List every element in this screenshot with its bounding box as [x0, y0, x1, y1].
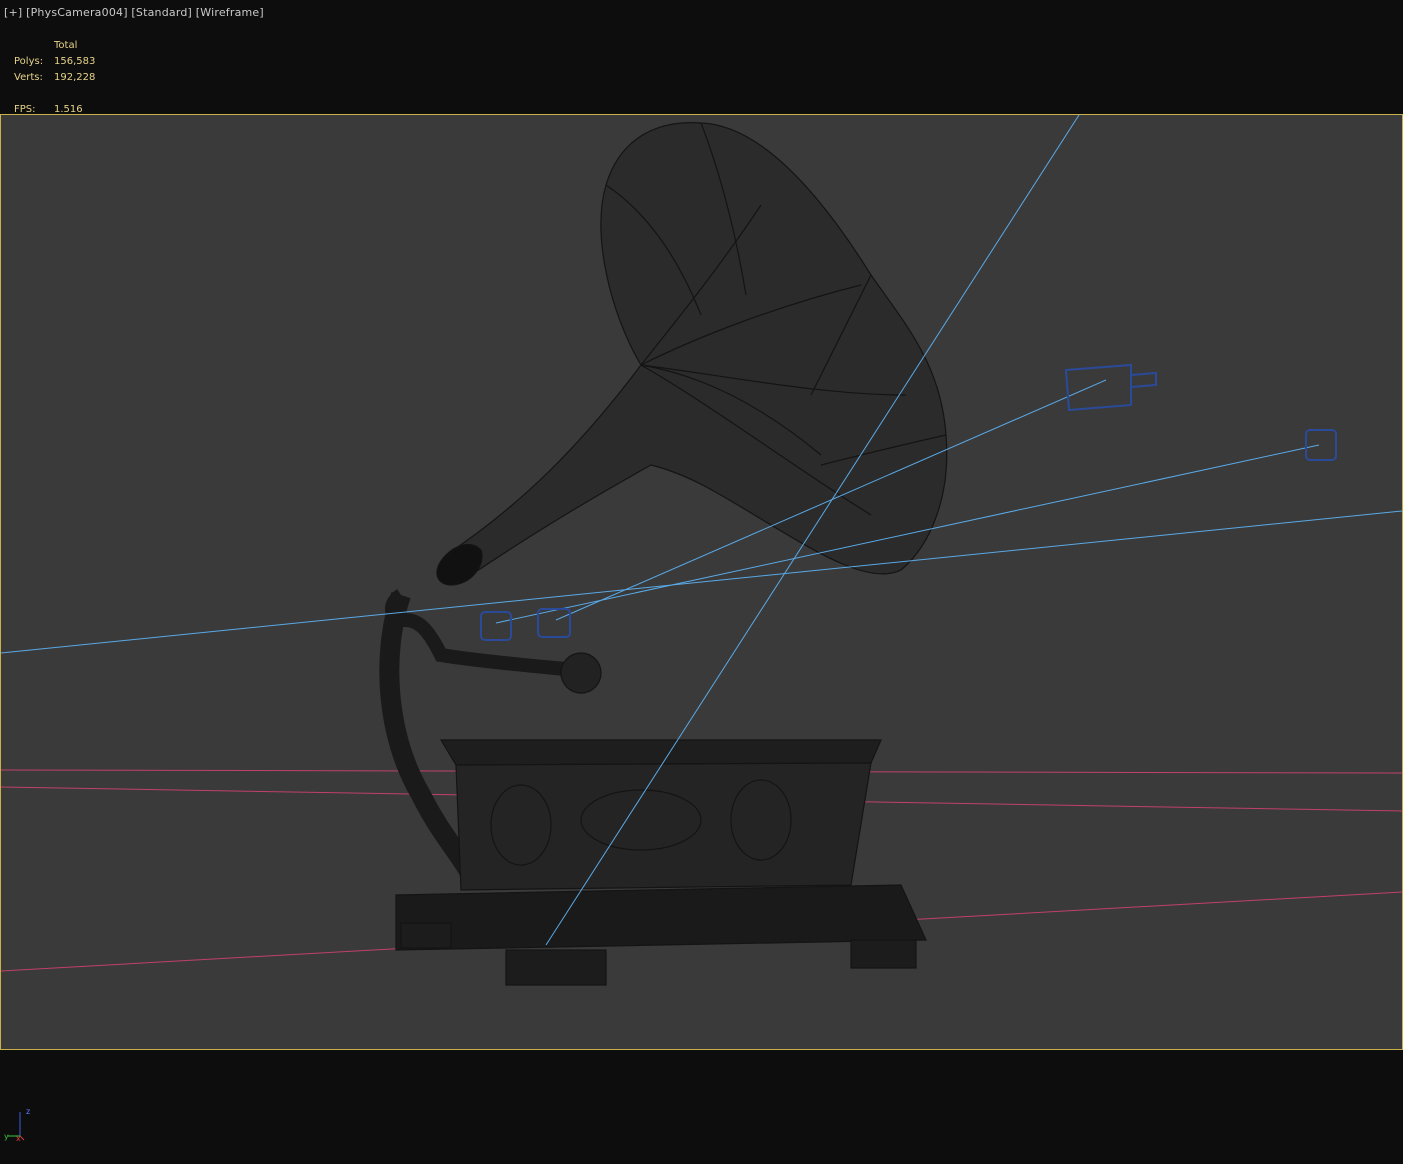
camera-target-icon[interactable] — [480, 611, 512, 641]
horn-bell — [444, 122, 948, 576]
viewport-shading-menu[interactable]: [Standard] — [131, 6, 192, 19]
viewport-camera-menu[interactable]: [PhysCamera004] — [26, 6, 128, 19]
foot — [400, 922, 452, 949]
foot — [850, 939, 917, 969]
axis-y-label: y — [4, 1132, 9, 1141]
axis-tripod: z y x — [4, 1107, 30, 1142]
axis-x-label: x — [16, 1134, 21, 1142]
camera-viewport[interactable] — [0, 114, 1403, 1050]
horn-neck — [436, 543, 483, 586]
viewport-scene[interactable] — [1, 115, 1402, 1049]
viewport-mode-menu[interactable]: [Wireframe] — [196, 6, 264, 19]
viewport-plus-menu[interactable]: [+] — [4, 6, 22, 19]
polys-value: 156,583 — [54, 56, 96, 67]
verts-value: 192,228 — [54, 72, 96, 83]
stats-header: Total — [54, 40, 78, 51]
turntable — [439, 739, 882, 766]
camera-frustum-line — [1, 510, 1402, 654]
foot — [505, 949, 607, 986]
tone-arm — [385, 589, 577, 677]
axis-z-label: z — [26, 1107, 30, 1116]
verts-label: Verts: — [14, 72, 43, 83]
camera-icon[interactable] — [1064, 363, 1157, 412]
soundbox — [560, 652, 602, 694]
camera-target-icon[interactable] — [1305, 429, 1337, 461]
viewport-label[interactable]: [+] [PhysCamera004] [Standard] [Wirefram… — [4, 6, 264, 19]
gramophone-wireframe[interactable] — [379, 122, 948, 986]
polys-label: Polys: — [14, 56, 44, 67]
cabinet-body — [455, 762, 872, 891]
cabinet-base — [395, 884, 927, 951]
